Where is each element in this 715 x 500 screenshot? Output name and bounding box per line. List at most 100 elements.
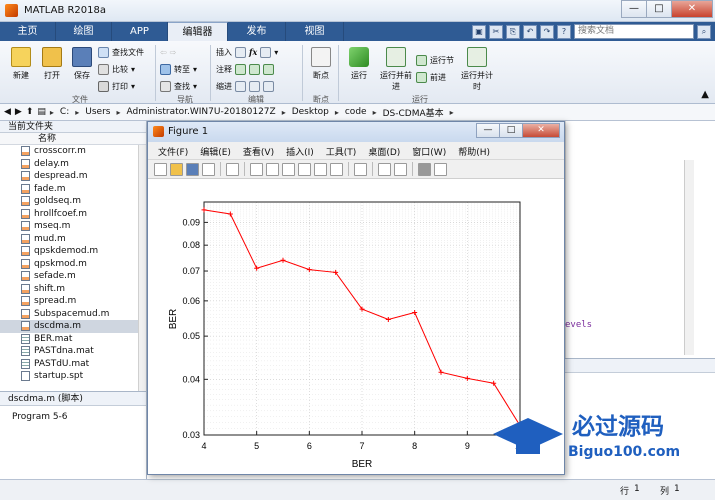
figure-title-bar[interactable]: Figure 1 — □ ✕ <box>148 122 564 142</box>
breadcrumb-user[interactable]: Administrator.WIN7U-20180127Z <box>124 107 277 117</box>
breadcrumb-desktop[interactable]: Desktop <box>290 107 331 117</box>
pan-icon[interactable] <box>282 162 295 176</box>
comment-button[interactable]: 注释 <box>216 62 278 76</box>
colorbar-icon[interactable] <box>378 162 391 176</box>
goto-button[interactable]: 转至 ▾ <box>160 62 197 76</box>
figure-close-button[interactable]: ✕ <box>522 123 560 138</box>
find-button[interactable]: 查找 ▾ <box>160 79 197 93</box>
tab-plots[interactable]: 绘图 <box>56 22 112 41</box>
file-row[interactable]: startup.spt <box>0 370 146 383</box>
undo-icon[interactable]: ↶ <box>523 24 537 39</box>
breadcrumb-code[interactable]: code <box>343 107 369 117</box>
menu-view[interactable]: 查看(V) <box>243 145 274 158</box>
run-button[interactable]: 运行 <box>344 47 374 81</box>
hide-plot-tools-icon[interactable] <box>418 162 431 176</box>
compare-button[interactable]: 比较 ▾ <box>98 62 144 76</box>
nav-arrows[interactable]: ⇦ ⇨ <box>160 45 197 59</box>
insert-button[interactable]: 插入 fx ▾ <box>216 45 278 59</box>
forward-icon[interactable]: ▶ <box>15 107 22 117</box>
run-time-button[interactable]: 运行并计时 <box>460 47 494 92</box>
menu-help[interactable]: 帮助(H) <box>458 145 490 158</box>
run-section-button[interactable]: 运行节 <box>416 53 454 67</box>
fx-icon[interactable]: fx <box>249 47 257 57</box>
breadcrumb-drive[interactable]: C: <box>58 107 71 117</box>
tab-publish[interactable]: 发布 <box>228 22 286 41</box>
search-icon[interactable]: ⌕ <box>697 24 711 39</box>
data-cursor-icon[interactable] <box>314 162 327 176</box>
back-arrow-icon[interactable]: ⇦ <box>160 48 167 57</box>
figure-maximize-button[interactable]: □ <box>499 123 523 138</box>
file-row[interactable]: spread.m <box>0 295 146 308</box>
rotate-icon[interactable] <box>298 162 311 176</box>
more-icon[interactable] <box>260 46 272 58</box>
up-folder-icon[interactable]: ⬆ <box>26 107 34 117</box>
file-row[interactable]: sefade.m <box>0 270 146 283</box>
file-row[interactable]: goldseq.m <box>0 195 146 208</box>
file-row[interactable]: Subspacemud.m <box>0 308 146 321</box>
save-button[interactable]: 保存 <box>68 47 96 81</box>
file-row[interactable]: crosscorr.m <box>0 145 146 158</box>
file-row[interactable]: qpskdemod.m <box>0 245 146 258</box>
save-figure-icon[interactable] <box>186 162 199 176</box>
file-row[interactable]: PASTdU.mat <box>0 358 146 371</box>
file-row[interactable]: mud.m <box>0 233 146 246</box>
redo-icon[interactable]: ↷ <box>540 24 554 39</box>
tab-apps[interactable]: APP <box>112 22 168 41</box>
run-advance-button[interactable]: 运行并前进 <box>380 47 412 92</box>
tab-home[interactable]: 主页 <box>0 22 56 41</box>
file-row[interactable]: shift.m <box>0 283 146 296</box>
open-file-icon[interactable] <box>170 162 183 176</box>
file-row[interactable]: fade.m <box>0 183 146 196</box>
breakpoint-button[interactable]: 断点 <box>307 47 335 81</box>
tab-editor[interactable]: 编辑器 <box>168 22 228 41</box>
back-icon[interactable]: ◀ <box>4 107 11 117</box>
breadcrumb-users[interactable]: Users <box>83 107 112 117</box>
legend-icon[interactable] <box>394 162 407 176</box>
brush-icon[interactable] <box>330 162 343 176</box>
menu-tools[interactable]: 工具(T) <box>326 145 357 158</box>
print-button[interactable]: 打印 ▾ <box>98 79 144 93</box>
find-files-button[interactable]: 查找文件 <box>98 45 144 59</box>
menu-desktop[interactable]: 桌面(D) <box>368 145 400 158</box>
maximize-button[interactable]: □ <box>646 0 672 18</box>
new-figure-icon[interactable] <box>154 162 167 176</box>
open-button[interactable]: 打开 <box>38 47 66 81</box>
collapse-ribbon-icon[interactable]: ▲ <box>701 89 709 100</box>
close-button[interactable]: ✕ <box>671 0 713 18</box>
details-header[interactable]: dscdma.m (脚本) <box>0 392 146 406</box>
forward-arrow-icon[interactable]: ⇨ <box>170 48 177 57</box>
search-input[interactable]: 搜索文档 <box>574 24 694 39</box>
advance-button[interactable]: 前进 <box>416 70 454 84</box>
save-all-icon[interactable]: ▣ <box>472 24 486 39</box>
new-button[interactable]: 新建 <box>6 47 36 81</box>
menu-insert[interactable]: 插入(I) <box>286 145 314 158</box>
show-plot-tools-icon[interactable] <box>434 162 447 176</box>
file-row[interactable]: delay.m <box>0 158 146 171</box>
browse-folder-icon[interactable]: ▤ <box>37 107 46 117</box>
cut-icon[interactable]: ✂ <box>489 24 503 39</box>
file-row[interactable]: despread.m <box>0 170 146 183</box>
file-list-scrollbar[interactable] <box>138 145 146 391</box>
column-header-name[interactable]: 名称 <box>0 133 146 145</box>
minimize-button[interactable]: — <box>621 0 647 18</box>
copy-icon[interactable]: ⎘ <box>506 24 520 39</box>
file-row[interactable]: mseq.m <box>0 220 146 233</box>
indent-button[interactable]: 缩进 <box>216 79 278 93</box>
file-row[interactable]: qpskmod.m <box>0 258 146 271</box>
figure-minimize-button[interactable]: — <box>476 123 500 138</box>
editor-scrollbar[interactable] <box>684 160 694 355</box>
menu-file[interactable]: 文件(F) <box>158 145 188 158</box>
pointer-icon[interactable] <box>226 162 239 176</box>
file-row[interactable]: dscdma.m <box>0 320 146 333</box>
tab-view[interactable]: 视图 <box>286 22 344 41</box>
link-plot-icon[interactable] <box>354 162 367 176</box>
zoom-in-icon[interactable] <box>250 162 263 176</box>
help-icon[interactable]: ? <box>557 24 571 39</box>
zoom-out-icon[interactable] <box>266 162 279 176</box>
file-row[interactable]: BER.mat <box>0 333 146 346</box>
file-row[interactable]: PASTdna.mat <box>0 345 146 358</box>
menu-window[interactable]: 窗口(W) <box>412 145 446 158</box>
file-row[interactable]: hrollfcoef.m <box>0 208 146 221</box>
breadcrumb-folder[interactable]: DS-CDMA基本 <box>381 106 446 119</box>
menu-edit[interactable]: 编辑(E) <box>200 145 231 158</box>
